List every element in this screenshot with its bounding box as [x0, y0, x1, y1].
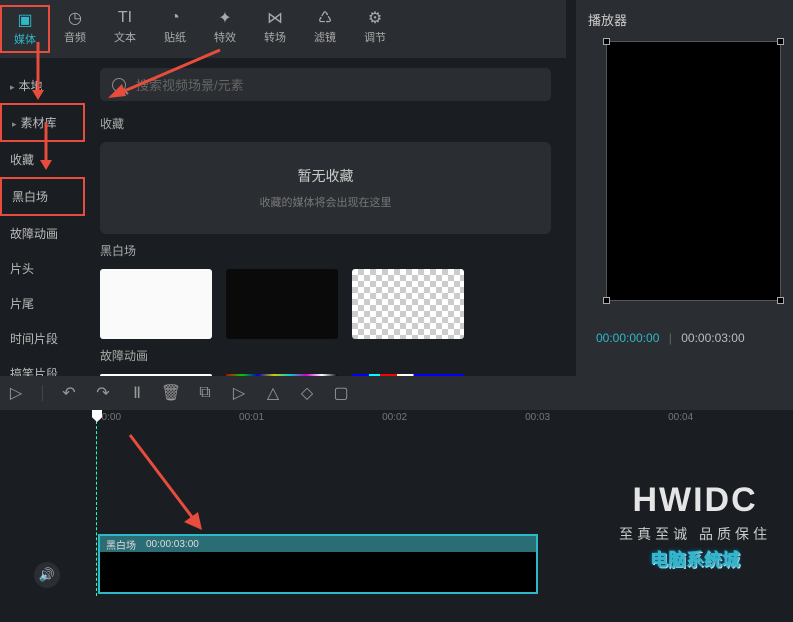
tool-audio[interactable]: ◷ 音频 — [50, 5, 100, 53]
thumb-black[interactable] — [226, 269, 338, 339]
tool-sticker[interactable]: ◔ 贴纸 — [150, 5, 200, 53]
side-blackwhite[interactable]: 黑白场 — [0, 177, 85, 216]
watermark-badge: 电脑系统城 — [619, 546, 771, 572]
rotate-icon[interactable]: ◇ — [299, 385, 315, 401]
player-viewport[interactable] — [606, 41, 781, 301]
side-outro[interactable]: 片尾 — [0, 286, 85, 321]
search-placeholder: 搜索视频场景/元素 — [136, 75, 244, 94]
section-favorites: 收藏 — [100, 115, 551, 132]
tool-filter[interactable]: ♺ 滤镜 — [300, 5, 350, 53]
handle-bl[interactable] — [603, 297, 610, 304]
sidebar: 本地 素材库 收藏 黑白场 故障动画 片头 片尾 时间片段 搞笑片段 — [0, 58, 85, 376]
player-title: 播放器 — [588, 10, 781, 29]
tool-media[interactable]: ▣ 媒体 — [0, 5, 50, 53]
search-icon — [112, 78, 126, 92]
watermark: HWIDC 至真至诚 品质保住 电脑系统城 — [619, 481, 771, 572]
timeline-toolbar: ▷ ↶ ↷ Ⅱ 🗑 ⧉ ▷ △ ◇ ▢ — [0, 376, 793, 410]
fav-empty-title: 暂无收藏 — [124, 166, 527, 186]
time-duration: 00:00:03:00 — [681, 331, 744, 345]
timeline-ruler: 00:00 00:01 00:02 00:03 00:04 — [0, 410, 793, 423]
mirror-icon[interactable]: △ — [265, 385, 281, 401]
time-current: 00:00:00:00 — [596, 331, 659, 345]
split-icon[interactable]: Ⅱ — [129, 385, 145, 401]
thumb-white[interactable] — [100, 269, 212, 339]
top-toolbar: ▣ 媒体 ◷ 音频 TI 文本 ◔ 贴纸 ✦ 特效 ⋈ 转场 — [0, 0, 566, 58]
section-glitch: 故障动画 — [100, 347, 551, 364]
watermark-sub: 至真至诚 品质保住 — [619, 524, 771, 544]
crop-icon[interactable]: ▢ — [333, 385, 349, 401]
side-time[interactable]: 时间片段 — [0, 321, 85, 356]
media-icon: ▣ — [2, 11, 48, 29]
clip-header: 黑白场 00:00:03:00 — [100, 536, 536, 552]
adjust-icon: ⚙ — [350, 9, 400, 27]
handle-tr[interactable] — [777, 38, 784, 45]
section-bw: 黑白场 — [100, 242, 551, 259]
ruler-tick: 00:02 — [382, 412, 407, 423]
tool-adjust[interactable]: ⚙ 调节 — [350, 5, 400, 53]
play-icon[interactable]: ▷ — [231, 385, 247, 401]
transition-icon: ⋈ — [250, 9, 300, 27]
redo-icon[interactable]: ↷ — [95, 385, 111, 401]
playhead[interactable] — [96, 416, 97, 596]
delete-icon[interactable]: 🗑 — [163, 385, 179, 401]
side-library[interactable]: 素材库 — [0, 103, 85, 142]
audio-icon: ◷ — [50, 9, 100, 27]
watermark-logo: HWIDC — [619, 481, 771, 520]
side-fav[interactable]: 收藏 — [0, 142, 85, 177]
text-icon: TI — [100, 9, 150, 27]
cursor-tool-icon[interactable]: ▷ — [8, 385, 24, 401]
handle-br[interactable] — [777, 297, 784, 304]
thumb-transparent[interactable] — [352, 269, 464, 339]
side-glitch[interactable]: 故障动画 — [0, 216, 85, 251]
undo-icon[interactable]: ↶ — [61, 385, 77, 401]
side-funny[interactable]: 搞笑片段 — [0, 356, 85, 376]
ruler-tick: 00:01 — [239, 412, 264, 423]
bw-thumbs — [100, 269, 551, 339]
copy-icon[interactable]: ⧉ — [197, 385, 213, 401]
handle-tl[interactable] — [603, 38, 610, 45]
tool-transition[interactable]: ⋈ 转场 — [250, 5, 300, 53]
player-time: 00:00:00:00 | 00:00:03:00 — [596, 331, 781, 345]
search-input[interactable]: 搜索视频场景/元素 — [100, 68, 551, 101]
fav-empty-sub: 收藏的媒体将会出现在这里 — [124, 194, 527, 210]
effect-icon: ✦ — [200, 9, 250, 27]
favorites-empty: 暂无收藏 收藏的媒体将会出现在这里 — [100, 142, 551, 234]
ruler-tick: 00:03 — [525, 412, 550, 423]
sticker-icon: ◔ — [150, 9, 200, 27]
clip-duration: 00:00:03:00 — [146, 539, 199, 550]
tool-text[interactable]: TI 文本 — [100, 5, 150, 53]
timeline-clip[interactable]: 黑白场 00:00:03:00 — [98, 534, 538, 594]
clip-name: 黑白场 — [106, 537, 136, 552]
player-panel: 播放器 00:00:00:00 | 00:00:03:00 — [576, 0, 793, 376]
ruler-tick: 00:04 — [668, 412, 693, 423]
side-local[interactable]: 本地 — [0, 68, 85, 103]
track-mute-button[interactable]: 🔊 — [34, 562, 60, 588]
side-intro[interactable]: 片头 — [0, 251, 85, 286]
tool-effect[interactable]: ✦ 特效 — [200, 5, 250, 53]
filter-icon: ♺ — [300, 9, 350, 27]
